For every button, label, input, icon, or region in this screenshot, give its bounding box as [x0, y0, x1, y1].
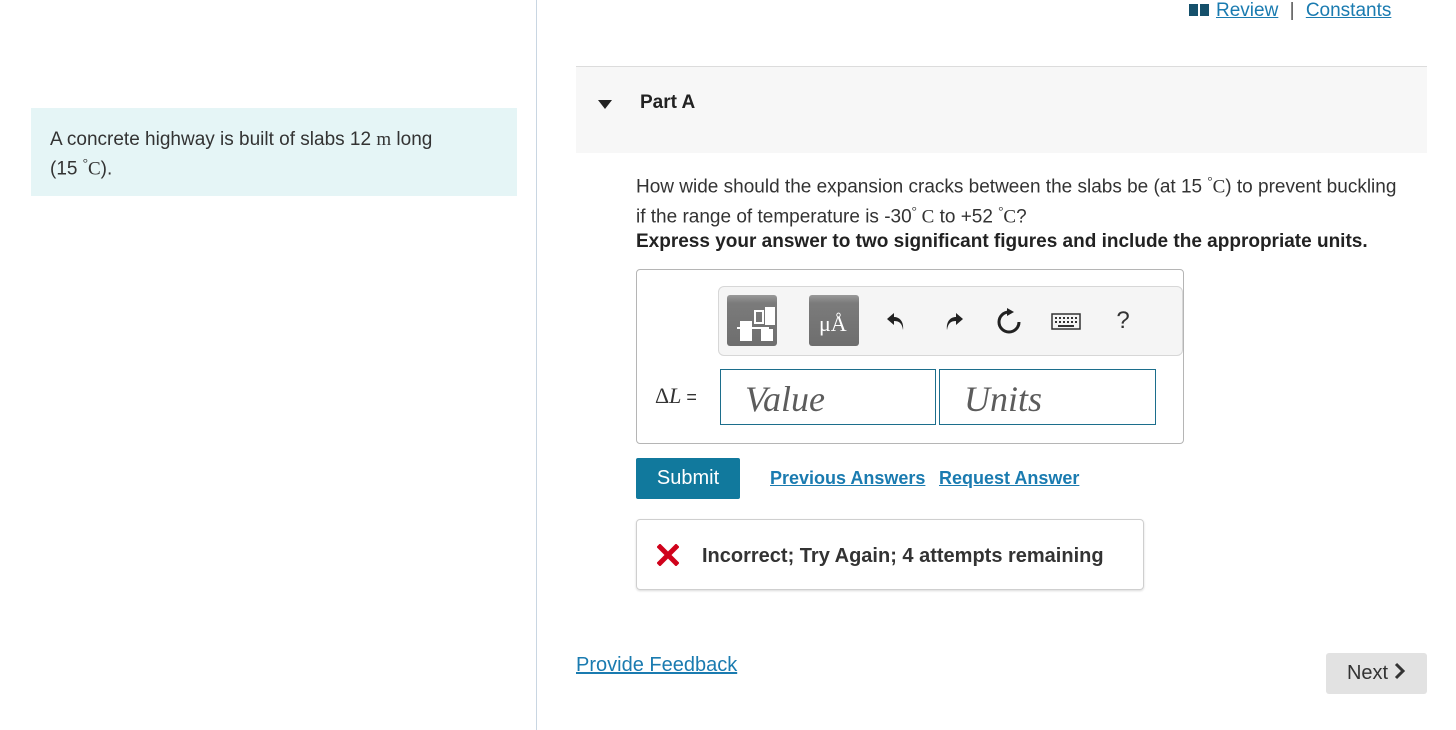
answer-box: μÅ ? ΔL =	[636, 269, 1184, 444]
x-icon	[656, 543, 680, 571]
variable-L: L	[669, 383, 682, 408]
redo-icon[interactable]	[937, 301, 971, 341]
unit-celsius: C	[916, 206, 935, 228]
unit-celsius: C	[87, 158, 101, 180]
request-answer-link[interactable]: Request Answer	[939, 468, 1079, 489]
question-segment: to +52	[934, 206, 999, 228]
templates-icon[interactable]	[727, 295, 777, 346]
panel-divider	[536, 0, 537, 730]
part-header[interactable]: Part A	[576, 66, 1427, 153]
answer-instruction: Express your answer to two significant f…	[636, 231, 1368, 252]
top-links: Review | Constants	[1188, 0, 1391, 23]
previous-answers-link[interactable]: Previous Answers	[770, 468, 925, 489]
question-segment: ?	[1016, 206, 1027, 228]
units-button-label: μÅ	[819, 311, 847, 336]
problem-text: ).	[100, 158, 113, 180]
feedback-status: Incorrect; Try Again; 4 attempts remaini…	[702, 545, 1104, 567]
units-icon[interactable]: μÅ	[809, 295, 859, 346]
chevron-right-icon	[1394, 662, 1406, 686]
help-label: ?	[1116, 307, 1130, 334]
review-link[interactable]: Review	[1216, 0, 1278, 21]
question-segment: How wide should the expansion cracks bet…	[636, 176, 1208, 198]
unit-celsius: C	[1003, 206, 1017, 228]
value-input[interactable]	[720, 369, 936, 425]
question-text: How wide should the expansion cracks bet…	[636, 169, 1436, 230]
equals-sign: =	[681, 387, 697, 407]
units-input[interactable]	[939, 369, 1156, 425]
part-title: Part A	[640, 92, 696, 113]
question-segment: if the range of temperature is -30	[636, 206, 912, 228]
feedback-box: Incorrect; Try Again; 4 attempts remaini…	[636, 519, 1144, 590]
question-segment: ) to prevent buckling	[1225, 176, 1397, 198]
problem-text: long	[391, 129, 433, 150]
reset-icon[interactable]	[992, 301, 1026, 341]
problem-statement: A concrete highway is built of slabs 12 …	[31, 108, 517, 196]
undo-icon[interactable]	[879, 301, 913, 341]
submit-button[interactable]: Submit	[636, 458, 740, 499]
next-label: Next	[1346, 662, 1389, 684]
constants-link[interactable]: Constants	[1306, 0, 1392, 21]
math-toolbar: μÅ ?	[718, 286, 1183, 356]
delta-symbol: Δ	[655, 383, 670, 408]
unit-celsius: C	[1212, 176, 1226, 198]
help-icon[interactable]: ?	[1106, 301, 1140, 341]
link-separator: |	[1289, 0, 1295, 21]
book-icon	[1188, 1, 1210, 23]
problem-text: A concrete highway is built of slabs 12	[50, 129, 377, 150]
provide-feedback-link[interactable]: Provide Feedback	[576, 654, 737, 677]
collapse-caret-icon[interactable]	[598, 100, 612, 109]
answer-variable-label: ΔL =	[655, 383, 697, 409]
problem-text: (15	[50, 158, 83, 180]
unit-meter: m	[376, 129, 392, 150]
keyboard-icon[interactable]	[1049, 301, 1083, 341]
next-button[interactable]: Next	[1326, 653, 1427, 694]
